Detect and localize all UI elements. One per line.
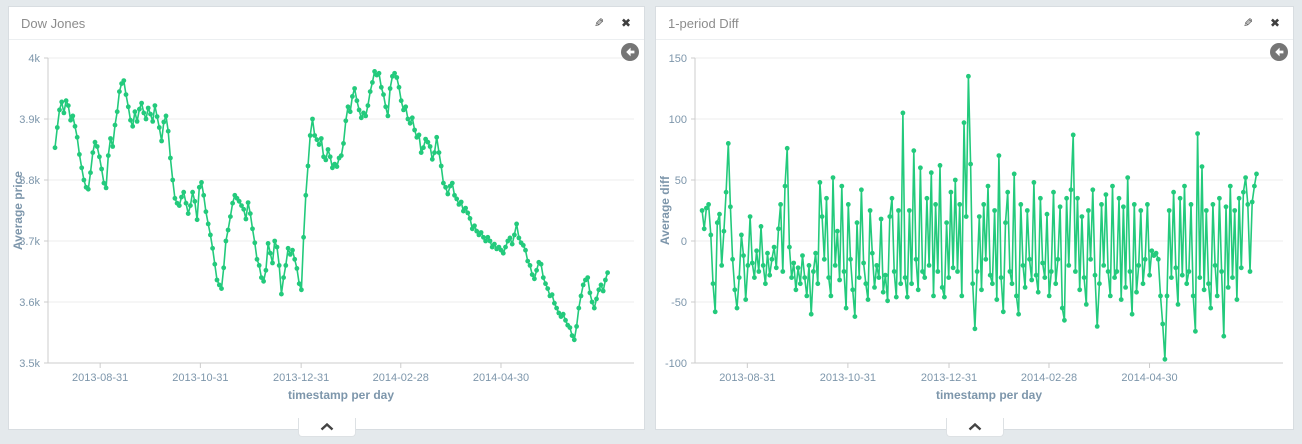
svg-text:timestamp per day: timestamp per day	[936, 388, 1042, 402]
svg-text:2013-10-31: 2013-10-31	[172, 372, 228, 384]
svg-text:2013-10-31: 2013-10-31	[820, 372, 876, 384]
collapse-panel-tab[interactable]	[946, 418, 1004, 437]
left-arrow-icon	[1274, 47, 1284, 57]
diff-chart[interactable]: -100 -50 0 50 100 150 2013-08-31 2013-10-31 2013…	[656, 40, 1293, 429]
close-icon[interactable]: ✖	[1270, 17, 1280, 29]
dow-jones-chart[interactable]: 3.5k3.6k3.7k3.8k3.9k4k2013-08-312013-10-…	[9, 40, 644, 429]
dow-jones-chart-area: 3.5k3.6k3.7k3.8k3.9k4k2013-08-312013-10-…	[9, 40, 644, 429]
dow-jones-panel-header: Dow Jones ✎ ✖	[9, 7, 644, 40]
diff-chart-area: -100 -50 0 50 100 150 2013-08-31 2013-10-31 2013…	[656, 40, 1293, 429]
chevron-up-icon	[320, 423, 334, 431]
diff-panel: 1-period Diff ✎ ✖ -100 -50 0 50 100 150 2013-0…	[655, 6, 1294, 430]
chevron-up-icon	[968, 423, 982, 431]
back-button[interactable]	[1270, 43, 1288, 61]
svg-text:3.9k: 3.9k	[19, 114, 40, 126]
svg-text:2013-12-31: 2013-12-31	[273, 372, 329, 384]
back-button[interactable]	[621, 43, 639, 61]
svg-text:100: 100	[669, 114, 687, 126]
svg-text:-50: -50	[671, 297, 687, 309]
svg-text:150: 150	[669, 53, 687, 65]
dow-jones-panel: Dow Jones ✎ ✖ 3.5k3.6k3.7k3.8k3.9k4k2013…	[8, 6, 645, 430]
edit-pencil-icon[interactable]: ✎	[1243, 17, 1253, 29]
svg-text:2013-08-31: 2013-08-31	[72, 372, 128, 384]
svg-text:2014-02-28: 2014-02-28	[373, 372, 429, 384]
svg-text:timestamp per day: timestamp per day	[288, 388, 394, 402]
diff-panel-header: 1-period Diff ✎ ✖	[656, 7, 1293, 40]
svg-text:0: 0	[681, 236, 687, 248]
svg-text:50: 50	[675, 175, 687, 187]
svg-text:2014-02-28: 2014-02-28	[1021, 372, 1077, 384]
panel-header-icons: ✎ ✖	[594, 17, 631, 29]
svg-text:3.6k: 3.6k	[19, 297, 40, 309]
svg-text:2013-08-31: 2013-08-31	[719, 372, 775, 384]
collapse-panel-tab[interactable]	[298, 418, 356, 437]
svg-text:Average price: Average price	[11, 171, 25, 250]
panel-title: Dow Jones	[21, 16, 85, 31]
edit-pencil-icon[interactable]: ✎	[594, 17, 604, 29]
panel-title: 1-period Diff	[668, 16, 739, 31]
left-arrow-icon	[625, 47, 635, 57]
svg-text:2013-12-31: 2013-12-31	[921, 372, 977, 384]
svg-text:2014-04-30: 2014-04-30	[473, 372, 529, 384]
svg-text:3.5k: 3.5k	[19, 358, 40, 370]
svg-text:Average diff: Average diff	[658, 175, 672, 245]
close-icon[interactable]: ✖	[621, 17, 631, 29]
svg-text:-100: -100	[665, 358, 687, 370]
svg-text:2014-04-30: 2014-04-30	[1121, 372, 1177, 384]
panel-header-icons: ✎ ✖	[1243, 17, 1280, 29]
svg-text:4k: 4k	[28, 53, 40, 65]
